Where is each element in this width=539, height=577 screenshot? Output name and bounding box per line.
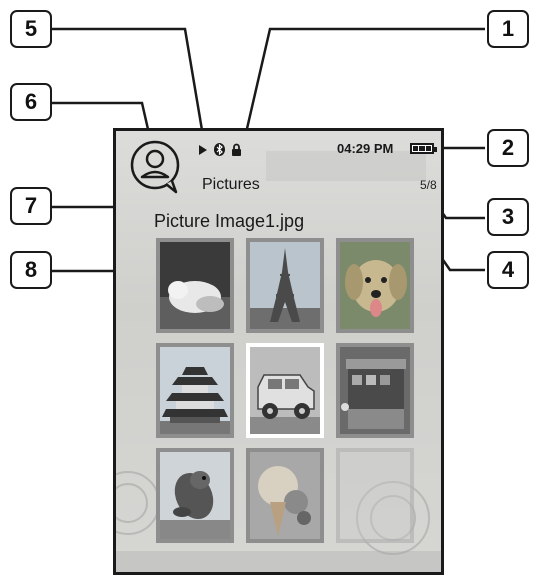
thumbnail-golden-retriever[interactable] [336,238,414,333]
page-counter: 5/8 [420,178,437,192]
callout-5: 5 [10,10,52,48]
thumbnail-dog-sleeping[interactable] [156,238,234,333]
thumbnail-grid [156,238,414,543]
callout-7: 7 [10,187,52,225]
callout-1: 1 [487,10,529,48]
callout-6: 6 [10,83,52,121]
play-icon [199,144,207,155]
selected-filename: Picture Image1.jpg [154,211,305,231]
callout-4: 4 [487,251,529,289]
thumbnail-vintage-car[interactable] [246,343,324,438]
lock-icon [232,143,241,156]
thumbnail-seal[interactable] [156,448,234,543]
thumbnail-japanese-castle[interactable] [156,343,234,438]
battery-icon [410,143,437,154]
thumbnail-empty-slot [336,448,414,543]
status-time: 04:29 PM [337,141,394,156]
page-title: Pictures [202,176,260,193]
device-screen: 04:29 PM 5/8 Pictures Picture Image1.jpg [113,128,444,575]
thumbnail-street-stall[interactable] [336,343,414,438]
bluetooth-icon [214,143,225,156]
background-ground-decoration [116,551,441,572]
callout-8: 8 [10,251,52,289]
status-icons [198,143,242,156]
thumbnail-ice-cream[interactable] [246,448,324,543]
thumbnail-eiffel-tower[interactable] [246,238,324,333]
user-profile-icon[interactable] [128,138,186,196]
callout-2: 2 [487,129,529,167]
callout-3: 3 [487,198,529,236]
